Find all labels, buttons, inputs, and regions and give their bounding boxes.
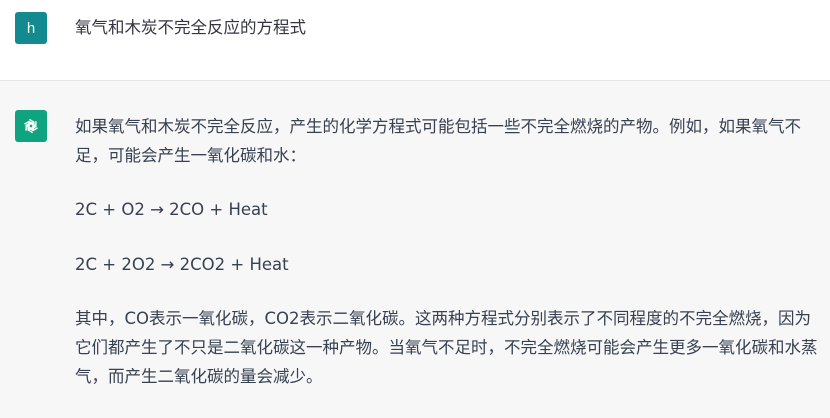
assistant-message-row: 如果氧气和木炭不完全反应，产生的化学方程式可能包括一些不完全燃烧的产物。例如，如… <box>0 81 830 418</box>
equation-incomplete-combustion: 2C + O2 → 2CO + Heat <box>75 200 268 219</box>
user-avatar-letter: h <box>26 19 36 37</box>
openai-logo-icon <box>24 118 38 134</box>
user-avatar: h <box>15 12 47 44</box>
assistant-message-body: 如果氧气和木炭不完全反应，产生的化学方程式可能包括一些不完全燃烧的产物。例如，如… <box>75 112 825 391</box>
assistant-paragraph-explanation: 其中，CO表示一氧化碳，CO2表示二氧化碳。这两种方程式分别表示了不同程度的不完… <box>75 309 818 386</box>
user-message-text: 氧气和木炭不完全反应的方程式 <box>75 18 306 37</box>
assistant-avatar <box>15 110 47 142</box>
assistant-paragraph-intro: 如果氧气和木炭不完全反应，产生的化学方程式可能包括一些不完全燃烧的产物。例如，如… <box>75 117 801 165</box>
user-message-row: h 氧气和木炭不完全反应的方程式 <box>0 0 830 81</box>
equation-complete-combustion: 2C + 2O2 → 2CO2 + Heat <box>75 255 289 274</box>
